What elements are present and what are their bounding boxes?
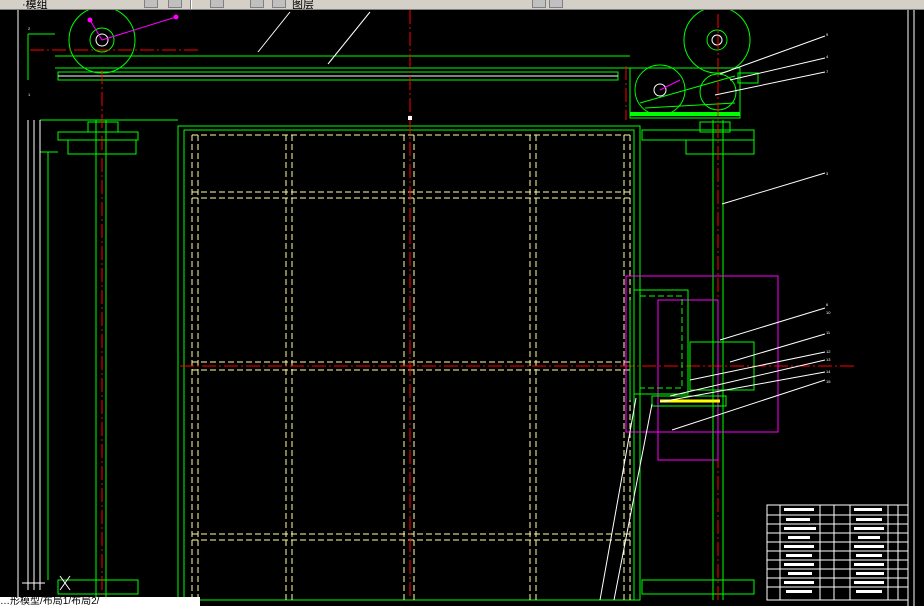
dimension-lines	[22, 120, 71, 591]
svg-text:1: 1	[28, 92, 31, 97]
layer-dropdown[interactable]: ·模组	[22, 0, 48, 9]
title-block-rows	[767, 514, 908, 588]
left-column	[40, 119, 178, 600]
magenta-outline-box	[625, 275, 779, 433]
door-panel-grid	[191, 134, 631, 600]
layer-state-button[interactable]	[144, 0, 158, 8]
cad-toolbar: ·模组 图层	[0, 0, 924, 10]
right-top-pulley-hub	[706, 29, 728, 51]
center-marker	[408, 116, 412, 120]
centerlines	[30, 10, 855, 600]
left-top-pulley	[68, 10, 136, 74]
svg-text:15: 15	[826, 379, 831, 384]
bulb-icon[interactable]	[532, 0, 546, 8]
right-top-pulley	[683, 10, 751, 74]
layer-visibility-icon[interactable]	[210, 0, 224, 8]
svg-text:3: 3	[826, 171, 829, 176]
door-frame	[177, 125, 641, 601]
magenta-leader-1	[89, 19, 103, 41]
svg-text:12: 12	[826, 349, 831, 354]
layer-lock-icon[interactable]	[272, 0, 286, 8]
current-layer-name[interactable]: 图层	[292, 0, 314, 9]
svg-text:7: 7	[826, 69, 829, 74]
svg-text:6: 6	[826, 302, 829, 307]
svg-text:9: 9	[826, 32, 829, 37]
layer-properties-button[interactable]	[168, 0, 182, 8]
svg-text:10: 10	[826, 310, 831, 315]
svg-text:4: 4	[826, 54, 829, 59]
drive-belt-lower	[644, 102, 736, 109]
svg-text:11: 11	[826, 330, 831, 335]
top-roller-assembly	[27, 10, 759, 119]
top-magenta-marks	[87, 14, 681, 91]
svg-text:2: 2	[28, 26, 31, 31]
svg-text:14: 14	[826, 369, 831, 374]
cad-drawing-canvas[interactable]: 9 4 7 3 6 10 11 12 13 14 15 2 1	[0, 10, 924, 606]
layout-tabs[interactable]: …形模型/布局1/布局2/	[0, 597, 200, 606]
motor-housing	[633, 289, 689, 395]
magenta-leader-2	[101, 16, 177, 41]
side-mechanism	[625, 275, 779, 461]
layer-match-icon[interactable]	[549, 0, 563, 8]
svg-text:13: 13	[826, 357, 831, 362]
toolbar-separator	[190, 0, 192, 9]
layer-freeze-icon[interactable]	[250, 0, 264, 8]
